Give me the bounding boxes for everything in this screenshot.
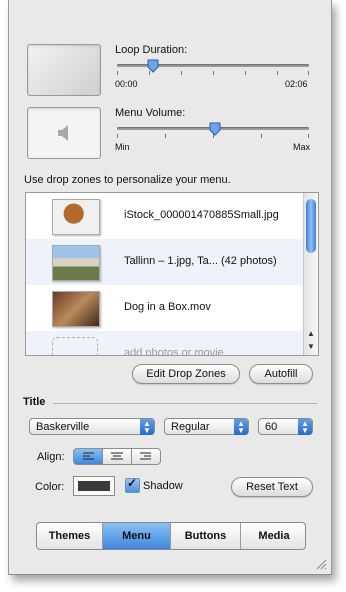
title-divider — [53, 403, 317, 404]
align-left-icon — [83, 452, 94, 460]
font-family-value: Baskerville — [36, 421, 90, 433]
drop-zone-empty-slot[interactable]: add photos or movie — [26, 331, 306, 356]
loop-duration-slider-knob[interactable] — [147, 59, 159, 73]
autofill-button[interactable]: Autofill — [249, 364, 313, 384]
font-size-value: 60 — [265, 421, 278, 433]
loop-duration-slider[interactable] — [117, 64, 309, 67]
volume-tick — [261, 134, 262, 138]
drop-zone-item[interactable]: iStock_000001470885Small.jpg — [26, 193, 306, 239]
tab-label: Buttons — [184, 530, 227, 542]
menu-volume-label: Menu Volume: — [115, 107, 186, 119]
tallinn-thumbnail — [52, 245, 100, 281]
font-size-select[interactable]: 60 ▲ ▼ — [258, 418, 313, 435]
menu-volume-slider-knob[interactable] — [209, 122, 221, 136]
color-label: Color: — [35, 481, 65, 493]
scrollbar-thumb[interactable] — [306, 199, 316, 253]
align-center-button[interactable] — [102, 448, 132, 465]
tab-label: Themes — [48, 530, 91, 542]
drop-zones-instructions: Use drop zones to personalize your menu. — [24, 174, 231, 186]
drop-zone-item-name: iStock_000001470885Small.jpg — [124, 209, 279, 221]
loop-max-label: 02:06 — [285, 79, 308, 89]
align-left-button[interactable] — [73, 448, 103, 465]
drop-zone-item[interactable]: Tallinn – 1.jpg, Ta... (42 photos) — [26, 239, 306, 285]
empty-drop-zone-placeholder — [52, 337, 98, 355]
loop-tick — [213, 71, 214, 75]
dog-in-box-thumbnail — [52, 291, 100, 327]
drop-zone-placeholder-text: add photos or movie — [124, 347, 224, 356]
color-well[interactable] — [73, 476, 115, 496]
volume-max-label: Max — [293, 142, 311, 152]
select-arrows-icon: ▲ ▼ — [298, 419, 312, 435]
loop-preview-thumbnail — [27, 44, 101, 96]
volume-tick — [117, 134, 118, 138]
volume-tick — [308, 134, 309, 138]
loop-tick — [277, 71, 278, 75]
select-arrows-icon: ▲ ▼ — [140, 419, 154, 435]
font-style-select[interactable]: Regular ▲ ▼ — [164, 418, 249, 435]
edit-drop-zones-button[interactable]: Edit Drop Zones — [132, 364, 240, 384]
shadow-label: Shadow — [143, 480, 183, 492]
loop-tick — [308, 71, 309, 75]
align-center-icon — [111, 452, 123, 460]
loop-tick — [117, 71, 118, 75]
tab-media[interactable]: Media — [241, 523, 305, 549]
tab-themes[interactable]: Themes — [37, 523, 103, 549]
drop-zone-scrollbar[interactable]: ▲ ▼ — [303, 193, 318, 355]
shadow-checkbox[interactable]: ✓ — [125, 476, 140, 493]
loop-tick — [181, 71, 182, 75]
tab-menu[interactable]: Menu — [103, 523, 171, 549]
align-label: Align: — [37, 451, 65, 463]
title-section-heading: Title — [23, 396, 46, 408]
scroll-down-arrow-icon[interactable]: ▼ — [307, 342, 315, 351]
drop-zone-item[interactable]: Dog in a Box.mov — [26, 285, 306, 331]
tab-buttons[interactable]: Buttons — [171, 523, 241, 549]
align-right-button[interactable] — [131, 448, 161, 465]
volume-preview-box — [27, 107, 101, 159]
loop-duration-label: Loop Duration: — [115, 44, 188, 56]
drop-zone-item-name: Dog in a Box.mov — [124, 301, 211, 313]
volume-tick — [165, 134, 166, 138]
color-swatch — [78, 481, 110, 491]
scroll-up-arrow-icon[interactable]: ▲ — [307, 329, 315, 338]
dog-thumbnail — [52, 199, 100, 235]
select-arrows-icon: ▲ ▼ — [234, 419, 248, 435]
tab-label: Media — [258, 530, 290, 542]
menu-inspector-panel: Loop Duration: 00:00 02:06 Menu Volume: … — [8, 0, 332, 575]
font-style-value: Regular — [171, 421, 210, 433]
resize-grip-icon[interactable] — [315, 558, 327, 570]
loop-tick — [245, 71, 246, 75]
font-family-select[interactable]: Baskerville ▲ ▼ — [29, 418, 155, 435]
drop-zone-item-name: Tallinn – 1.jpg, Ta... (42 photos) — [124, 255, 277, 267]
volume-min-label: Min — [115, 142, 130, 152]
drop-zone-list: iStock_000001470885Small.jpg Tallinn – 1… — [25, 192, 319, 356]
reset-text-button[interactable]: Reset Text — [231, 477, 313, 497]
align-right-icon — [140, 452, 151, 460]
speaker-icon — [58, 125, 68, 141]
loop-min-label: 00:00 — [115, 79, 138, 89]
tab-label: Menu — [122, 530, 151, 542]
checkmark-icon: ✓ — [127, 476, 138, 490]
inspector-tab-bar: Themes Menu Buttons Media — [36, 522, 306, 550]
